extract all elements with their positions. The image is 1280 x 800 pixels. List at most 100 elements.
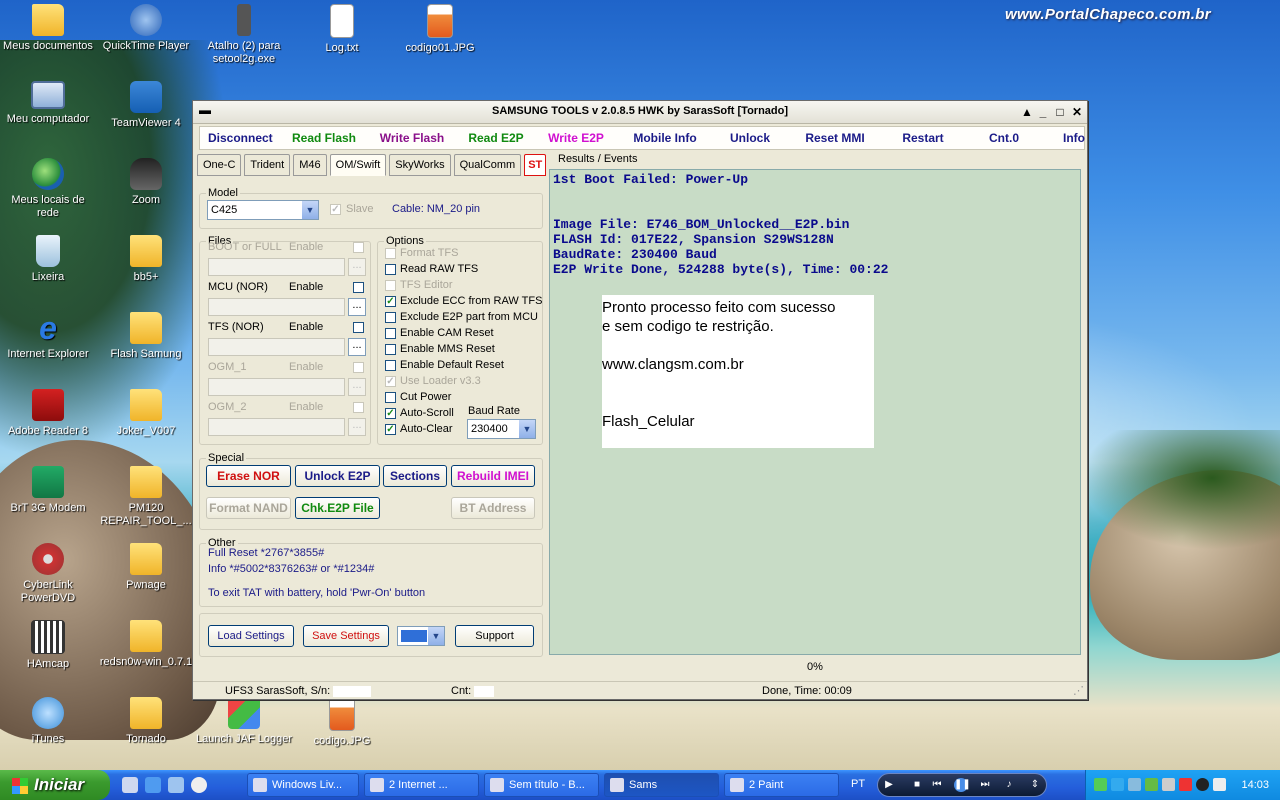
- quicklaunch-ie-icon[interactable]: [145, 777, 161, 793]
- menu-mobile-info[interactable]: Mobile Info: [616, 127, 714, 149]
- desktop-icon-joker[interactable]: Joker_V007: [98, 389, 194, 438]
- desktop-icon-tornado[interactable]: Tornado: [98, 697, 194, 746]
- slave-checkbox[interactable]: ✓: [330, 204, 341, 215]
- antivirus-tray-icon[interactable]: [1196, 778, 1209, 791]
- volume-tray-icon[interactable]: [1213, 778, 1226, 791]
- opt-exclude-ecc-checkbox[interactable]: ✓: [385, 296, 396, 307]
- opt-cam-reset-checkbox[interactable]: [385, 328, 396, 339]
- desktop-icon-meus-documentos[interactable]: Meus documentos: [0, 4, 96, 53]
- file-mcu-browse-button[interactable]: ...: [348, 298, 366, 316]
- volume-icon[interactable]: ♪: [1002, 778, 1016, 792]
- start-button[interactable]: Iniciar: [0, 770, 110, 800]
- minimize-button[interactable]: _: [1035, 104, 1051, 120]
- menu-cnt[interactable]: Cnt.0: [962, 127, 1046, 149]
- tab-st[interactable]: ST: [524, 154, 547, 176]
- pause-icon[interactable]: ❚❚: [954, 778, 971, 792]
- opt-cut-power-checkbox[interactable]: [385, 392, 396, 403]
- opt-auto-clear-checkbox[interactable]: ✓: [385, 424, 396, 435]
- desktop-icon-codigo-jpg[interactable]: codigo.JPG: [294, 697, 390, 748]
- desktop-icon-itunes[interactable]: iTunes: [0, 697, 96, 746]
- title-bar[interactable]: ▬ SAMSUNG TOOLS v 2.0.8.5 HWK by SarasSo…: [193, 101, 1087, 124]
- menu-write-flash[interactable]: Write Flash: [368, 127, 456, 149]
- file-tfs-path-field[interactable]: [208, 338, 345, 356]
- file-ogm1-browse-button[interactable]: ...: [348, 378, 366, 396]
- task-samsung-tools[interactable]: Sams: [604, 773, 719, 797]
- desktop-icon-internet-explorer[interactable]: e Internet Explorer: [0, 312, 96, 361]
- opt-auto-scroll-checkbox[interactable]: ✓: [385, 408, 396, 419]
- load-settings-button[interactable]: Load Settings: [208, 625, 294, 647]
- erase-nor-button[interactable]: Erase NOR: [206, 465, 291, 487]
- opt-format-tfs-checkbox[interactable]: [385, 248, 396, 259]
- opt-exclude-e2p-checkbox[interactable]: [385, 312, 396, 323]
- opt-read-raw-tfs-checkbox[interactable]: [385, 264, 396, 275]
- file-ogm2-browse-button[interactable]: ...: [348, 418, 366, 436]
- desktop-icon-pwnage[interactable]: Pwnage: [98, 543, 194, 592]
- connection-tray-icon[interactable]: [1145, 778, 1158, 791]
- task-bloco-de-notas[interactable]: Sem título - B...: [484, 773, 599, 797]
- desktop-icon-meu-computador[interactable]: Meu computador: [0, 81, 96, 126]
- desktop-icon-zoom[interactable]: Zoom: [98, 158, 194, 207]
- menu-info[interactable]: Info: [1046, 127, 1102, 149]
- tab-one-c[interactable]: One-C: [197, 154, 242, 176]
- tab-m46[interactable]: M46: [293, 154, 327, 176]
- file-boot-browse-button[interactable]: ...: [348, 258, 366, 276]
- clock[interactable]: 14:03: [1241, 779, 1269, 791]
- stop-icon[interactable]: ■: [910, 778, 924, 792]
- baud-rate-select[interactable]: 230400 ▼: [467, 419, 536, 439]
- menu-read-e2p[interactable]: Read E2P: [456, 127, 536, 149]
- desktop-icon-bb5[interactable]: bb5+: [98, 235, 194, 284]
- save-settings-button[interactable]: Save Settings: [303, 625, 389, 647]
- file-tfs-browse-button[interactable]: ...: [348, 338, 366, 356]
- file-ogm1-enable-checkbox[interactable]: [353, 362, 364, 373]
- quicklaunch-explorer-icon[interactable]: [168, 777, 184, 793]
- restore-player-icon[interactable]: ⇕: [1028, 778, 1042, 792]
- file-ogm2-path-field[interactable]: [208, 418, 345, 436]
- opt-default-reset-checkbox[interactable]: [385, 360, 396, 371]
- menu-restart[interactable]: Restart: [884, 127, 962, 149]
- tab-qualcomm[interactable]: QualComm: [453, 154, 522, 176]
- desktop-icon-brt-3g-modem[interactable]: BrT 3G Modem: [0, 466, 96, 515]
- desktop-icon-jaf-logger[interactable]: Launch JAF Logger: [196, 697, 292, 746]
- desktop-icon-codigo01-jpg[interactable]: codigo01.JPG: [392, 4, 488, 55]
- rebuild-imei-button[interactable]: Rebuild IMEI: [451, 465, 535, 487]
- desktop-icon-pm120[interactable]: PM120 REPAIR_TOOL_...: [98, 466, 194, 528]
- quicklaunch-media-icon[interactable]: [191, 777, 207, 793]
- device-tray-icon[interactable]: [1162, 778, 1175, 791]
- maximize-button[interactable]: □: [1052, 104, 1068, 120]
- tab-om-swift[interactable]: OM/Swift: [329, 154, 387, 176]
- security-tray-icon[interactable]: [1179, 778, 1192, 791]
- tab-skyworks[interactable]: SkyWorks: [389, 154, 451, 176]
- network-tray-icon[interactable]: [1111, 778, 1124, 791]
- previous-icon[interactable]: ⏮: [930, 778, 944, 792]
- sections-button[interactable]: Sections: [383, 465, 447, 487]
- tab-trident[interactable]: Trident: [244, 154, 291, 176]
- support-button[interactable]: Support: [455, 625, 534, 647]
- opt-use-loader-checkbox[interactable]: ✓: [385, 376, 396, 387]
- model-select[interactable]: C425 ▼: [207, 200, 319, 220]
- collapse-icon[interactable]: ▲: [1019, 104, 1035, 120]
- desktop-icon-setool[interactable]: Atalho (2) para setool2g.exe: [196, 4, 292, 66]
- color-select[interactable]: ▼: [397, 626, 445, 646]
- menu-disconnect[interactable]: Disconnect: [200, 127, 280, 149]
- task-internet[interactable]: 2 Internet ...: [364, 773, 479, 797]
- next-icon[interactable]: ⏭: [978, 778, 992, 792]
- play-icon[interactable]: ▶: [882, 778, 896, 792]
- desktop-icon-redsn0w[interactable]: redsn0w-win_0.7.1: [98, 620, 194, 669]
- file-ogm2-enable-checkbox[interactable]: [353, 402, 364, 413]
- menu-unlock[interactable]: Unlock: [714, 127, 786, 149]
- opt-tfs-editor-checkbox[interactable]: [385, 280, 396, 291]
- bt-address-button[interactable]: BT Address: [451, 497, 535, 519]
- file-boot-path-field[interactable]: [208, 258, 345, 276]
- file-mcu-enable-checkbox[interactable]: [353, 282, 364, 293]
- opt-mms-reset-checkbox[interactable]: [385, 344, 396, 355]
- results-log[interactable]: 1st Boot Failed: Power-Up Image File: E7…: [549, 169, 1081, 655]
- menu-write-e2p[interactable]: Write E2P: [536, 127, 616, 149]
- desktop-icon-quicktime[interactable]: QuickTime Player: [98, 4, 194, 53]
- task-windows-live[interactable]: Windows Liv...: [247, 773, 359, 797]
- language-indicator[interactable]: PT: [851, 778, 865, 790]
- file-tfs-enable-checkbox[interactable]: [353, 322, 364, 333]
- messenger-tray-icon[interactable]: [1094, 778, 1107, 791]
- desktop-icon-teamviewer[interactable]: TeamViewer 4: [98, 81, 194, 130]
- desktop-icon-lixeira[interactable]: Lixeira: [0, 235, 96, 284]
- unlock-e2p-button[interactable]: Unlock E2P: [295, 465, 380, 487]
